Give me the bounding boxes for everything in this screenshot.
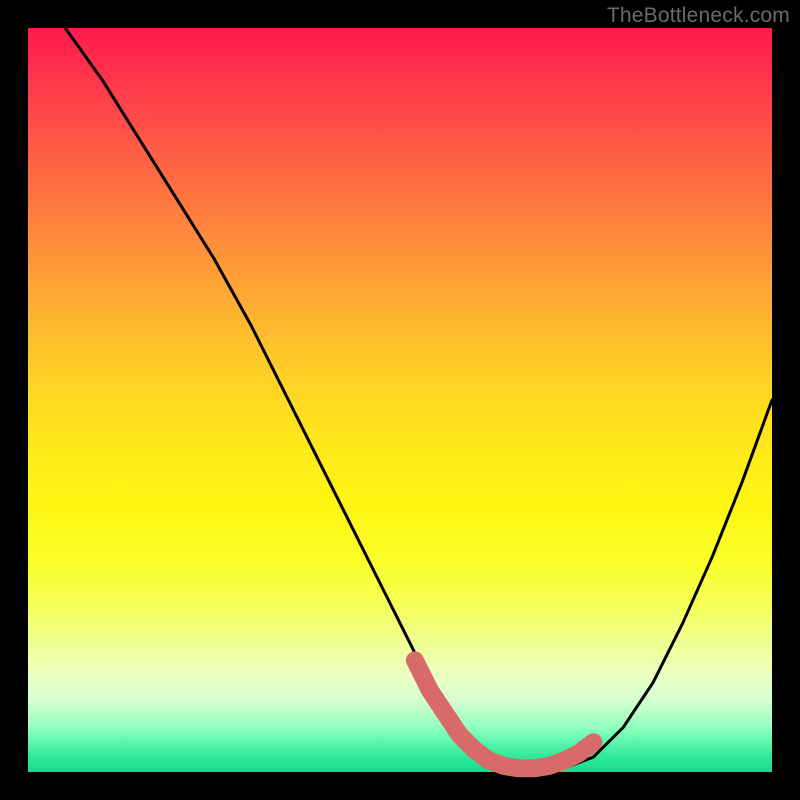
plot-area <box>28 28 772 772</box>
curve-layer <box>28 28 772 772</box>
watermark-text: TheBottleneck.com <box>607 4 790 28</box>
optimum-highlight <box>415 660 594 768</box>
chart-frame: TheBottleneck.com <box>0 0 800 800</box>
